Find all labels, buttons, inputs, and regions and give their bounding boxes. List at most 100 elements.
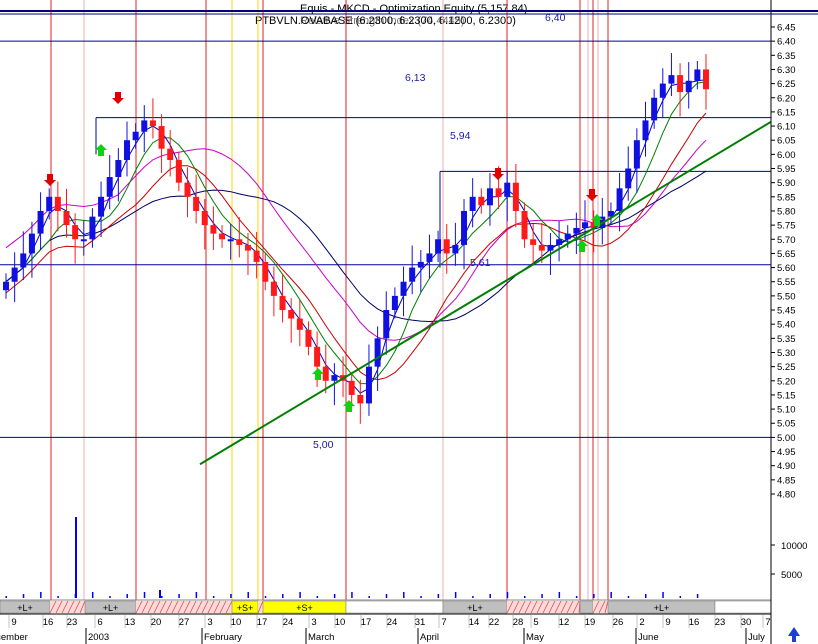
- volume-bar: [159, 590, 161, 598]
- day-label: 30: [741, 617, 752, 628]
- volume-bar: [143, 592, 146, 598]
- day-label: 6: [97, 617, 102, 628]
- volume-bar: [247, 592, 249, 598]
- day-label: 12: [559, 617, 570, 628]
- volume-bar: [506, 592, 509, 598]
- price-tick-label: 4.95: [777, 447, 796, 458]
- day-label: 23: [715, 617, 726, 628]
- day-label: 26: [613, 617, 624, 628]
- day-label: 17: [257, 617, 268, 628]
- down-candle: [253, 250, 260, 262]
- down-candle: [201, 210, 208, 226]
- volume-bar: [351, 592, 353, 598]
- price-tick-label: 5.45: [777, 306, 796, 317]
- volume-bar: [368, 596, 370, 598]
- down-candle: [210, 225, 217, 234]
- day-label: 17: [361, 617, 372, 628]
- price-tick-label: 6.30: [777, 65, 796, 76]
- price-tick-label: 5.75: [777, 221, 796, 232]
- up-candle: [141, 120, 148, 132]
- up-candle: [625, 168, 632, 189]
- day-label: 13: [125, 617, 136, 628]
- level-label-561: 5,61: [470, 257, 491, 269]
- day-label: 5: [533, 617, 538, 628]
- down-candle: [296, 318, 303, 330]
- band-label: +L+: [654, 603, 670, 613]
- up-candle: [106, 177, 113, 197]
- month-label: 2003: [88, 632, 109, 643]
- up-candle: [435, 239, 442, 254]
- up-candle: [400, 281, 407, 296]
- up-candle: [504, 182, 511, 197]
- price-tick-label: 6.35: [777, 51, 796, 62]
- month-label: July: [748, 632, 765, 643]
- down-candle: [72, 225, 79, 240]
- price-tick-label: 4.85: [777, 475, 796, 486]
- down-candle: [149, 120, 156, 127]
- up-candle: [573, 227, 580, 234]
- volume-bar: [454, 592, 457, 598]
- price-tick-label: 5.65: [777, 249, 796, 260]
- up-candle: [633, 140, 640, 169]
- level-label-500: 5,00: [313, 439, 334, 451]
- up-candle: [486, 188, 493, 206]
- down-candle: [538, 244, 545, 251]
- up-candle: [642, 120, 649, 141]
- down-candle: [495, 188, 502, 197]
- up-candle: [20, 253, 27, 268]
- band-label: +L+: [17, 603, 33, 613]
- up-candle: [383, 310, 390, 339]
- down-candle: [288, 310, 295, 319]
- day-label: 10: [231, 617, 242, 628]
- volume-bar: [195, 592, 198, 598]
- volume-bar: [264, 596, 267, 598]
- up-candle: [426, 253, 433, 262]
- up-candle: [668, 75, 675, 84]
- level-label-613: 6,13: [405, 72, 426, 84]
- price-tick-label: 6.10: [777, 122, 796, 133]
- price-tick-label: 6.15: [777, 107, 796, 118]
- down-candle: [314, 346, 321, 367]
- day-label: 7: [765, 617, 770, 628]
- down-candle: [512, 182, 519, 211]
- down-candle: [219, 233, 226, 240]
- price-tick-label: 5.55: [777, 277, 796, 288]
- month-label: June: [638, 632, 659, 643]
- day-label: 19: [585, 617, 596, 628]
- price-tick-label: 5.70: [777, 235, 796, 246]
- price-tick-label: 5.50: [777, 291, 796, 302]
- volume-bar: [75, 517, 77, 598]
- day-label: 3: [311, 617, 316, 628]
- volume-bar: [282, 594, 284, 598]
- up-candle: [616, 188, 623, 211]
- level-label-640: 6,40: [545, 12, 566, 24]
- price-tick-label: 6.20: [777, 93, 796, 104]
- up-candle: [132, 131, 139, 141]
- down-candle: [175, 160, 182, 183]
- up-candle: [115, 160, 122, 178]
- price-tick-label: 5.35: [777, 334, 796, 345]
- up-candle: [80, 239, 87, 242]
- volume-bar: [178, 594, 180, 598]
- volume-bar: [403, 592, 405, 598]
- up-candle: [374, 338, 381, 367]
- volume-bar: [126, 594, 128, 598]
- day-label: 23: [67, 617, 78, 628]
- up-candle: [409, 267, 416, 282]
- up-candle: [37, 210, 44, 234]
- volume-bar: [333, 594, 336, 598]
- band-label: +L+: [467, 603, 483, 613]
- down-candle: [262, 261, 269, 282]
- down-candle: [158, 126, 165, 149]
- header-line-1: Equis - MKCD - Optimization Equity (5,15…: [300, 3, 527, 15]
- volume-bar: [610, 592, 612, 598]
- volume-bar: [541, 594, 543, 598]
- down-candle: [521, 210, 528, 240]
- up-candle: [11, 267, 18, 282]
- up-candle: [582, 222, 589, 228]
- down-candle: [530, 239, 537, 245]
- volume-bar: [645, 594, 647, 598]
- stock-chart: Equis - MKCD - Optimization Equity (5,15…: [0, 0, 818, 644]
- month-label: May: [526, 632, 544, 643]
- volume-bar: [230, 594, 232, 598]
